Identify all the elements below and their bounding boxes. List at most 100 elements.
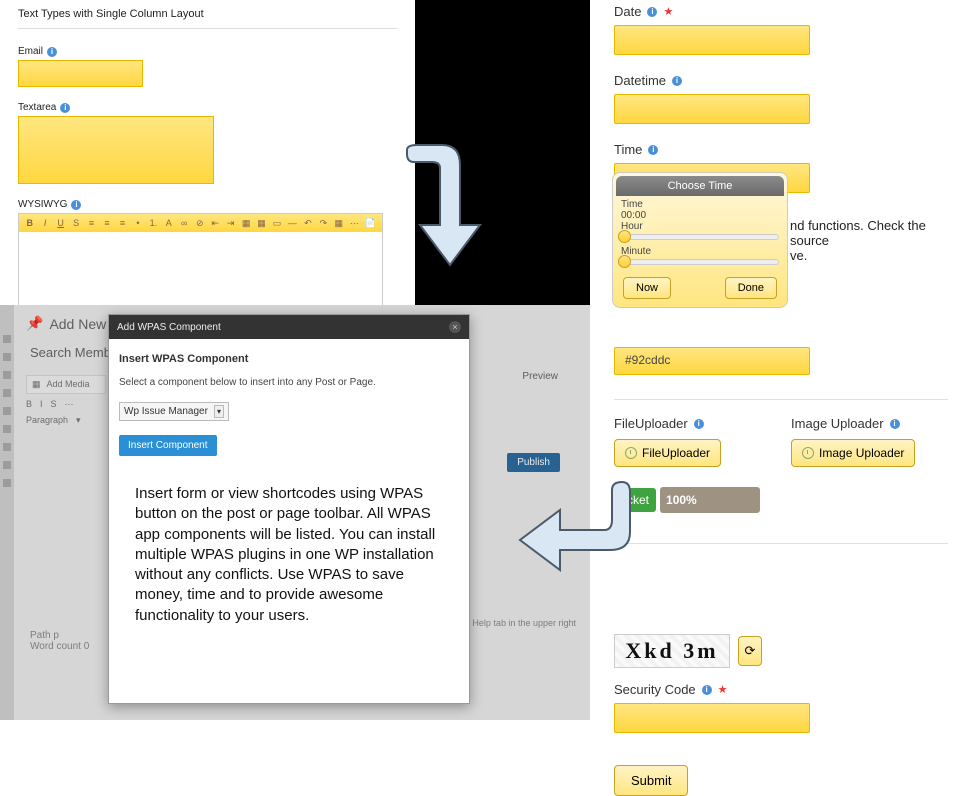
- modal-titlebar: Add WPAS Component ×: [109, 315, 469, 339]
- now-button[interactable]: Now: [623, 277, 671, 299]
- background-text-1: nd functions. Check the source ve.: [790, 218, 960, 263]
- date-input[interactable]: [614, 25, 810, 55]
- info-icon: i: [71, 200, 81, 210]
- more-icon[interactable]: ⋯: [350, 218, 359, 229]
- info-icon: i: [694, 419, 704, 429]
- fileuploader-button[interactable]: FileUploader: [614, 439, 721, 467]
- info-icon: i: [648, 145, 658, 155]
- time-label: Time i: [614, 142, 948, 157]
- doc-icon[interactable]: 📄: [365, 218, 376, 229]
- strike-icon[interactable]: S: [51, 399, 57, 410]
- chevron-down-icon: ▾: [214, 405, 224, 418]
- add-media-button[interactable]: ▦ Add Media: [26, 375, 106, 394]
- image-icon[interactable]: ▦: [241, 218, 250, 229]
- color-icon[interactable]: A: [164, 218, 173, 229]
- modal-subtext: Select a component below to insert into …: [119, 377, 459, 388]
- clock-icon: [625, 447, 637, 459]
- info-icon: i: [672, 76, 682, 86]
- wysiwyg-label: WYSIWYG i: [18, 199, 81, 210]
- component-select[interactable]: Wp Issue Manager ▾: [119, 402, 229, 421]
- align-right-icon[interactable]: ≡: [118, 218, 127, 229]
- imageuploader-button[interactable]: Image Uploader: [791, 439, 915, 467]
- sidebar-icon[interactable]: [3, 407, 11, 415]
- preview-button[interactable]: Preview: [522, 371, 558, 382]
- date-label: Date i ★: [614, 4, 948, 19]
- security-code-input[interactable]: [614, 703, 810, 733]
- uploader-row: FileUploader i FileUploader Image Upload…: [614, 416, 948, 467]
- italic-icon[interactable]: I: [40, 218, 49, 229]
- time-picker-popup: Choose Time Time 00:00 Hour Minute Now D…: [612, 172, 788, 308]
- wysiwyg-field-block: WYSIWYG i B I U S ≡ ≡ ≡ • 1. A ∞ ⊘ ⇤ ⇥ ▦…: [18, 196, 397, 313]
- minute-slider[interactable]: [621, 259, 779, 265]
- undo-icon[interactable]: ↶: [303, 218, 312, 229]
- textarea-input[interactable]: [18, 116, 214, 184]
- align-center-icon[interactable]: ≡: [102, 218, 111, 229]
- minute-slider-handle[interactable]: [618, 255, 631, 268]
- wp-admin-sidebar: [0, 305, 14, 720]
- info-icon: i: [47, 47, 57, 57]
- wysiwyg-toolbar: B I U S ≡ ≡ ≡ • 1. A ∞ ⊘ ⇤ ⇥ ▦ ▦ ▭ — ↶ ↷: [19, 214, 382, 232]
- hr-icon[interactable]: —: [288, 218, 297, 229]
- textarea-label: Textarea i: [18, 102, 70, 113]
- modal-heading: Insert WPAS Component: [119, 353, 459, 365]
- bold-icon[interactable]: B: [25, 218, 34, 229]
- sidebar-icon[interactable]: [3, 371, 11, 379]
- close-icon[interactable]: ×: [449, 321, 461, 333]
- textarea-label-text: Textarea: [18, 102, 56, 113]
- modal-body: Insert WPAS Component Select a component…: [109, 339, 469, 640]
- unlink-icon[interactable]: ⊘: [195, 218, 204, 229]
- indent-icon[interactable]: ⇥: [226, 218, 235, 229]
- modal-title: Add WPAS Component: [117, 322, 221, 333]
- hour-label: Hour: [613, 221, 787, 232]
- table-icon[interactable]: ▦: [257, 218, 266, 229]
- list-ul-icon[interactable]: •: [133, 218, 142, 229]
- done-button[interactable]: Done: [725, 277, 777, 299]
- sidebar-icon[interactable]: [3, 389, 11, 397]
- email-field-block: Email i: [18, 43, 397, 87]
- sidebar-icon[interactable]: [3, 335, 11, 343]
- video-icon[interactable]: ▭: [272, 218, 281, 229]
- upload-progress-row: ticket 100%: [614, 487, 948, 513]
- chevron-down-icon: ▾: [76, 415, 81, 426]
- section-title: Text Types with Single Column Layout: [18, 4, 397, 29]
- add-wpas-component-modal: Add WPAS Component × Insert WPAS Compone…: [108, 314, 470, 704]
- minute-label: Minute: [613, 246, 787, 257]
- time-word: Time: [613, 199, 787, 210]
- insert-component-button[interactable]: Insert Component: [119, 435, 217, 456]
- email-input[interactable]: [18, 60, 143, 87]
- time-label-text: Time: [614, 142, 642, 157]
- sidebar-icon[interactable]: [3, 443, 11, 451]
- list-ol-icon[interactable]: 1.: [149, 218, 158, 229]
- redo-icon[interactable]: ↷: [319, 218, 328, 229]
- datetime-input[interactable]: [614, 94, 810, 124]
- italic-icon[interactable]: I: [40, 399, 43, 410]
- wysiwyg-body[interactable]: [19, 232, 382, 312]
- outdent-icon[interactable]: ⇤: [210, 218, 219, 229]
- captcha-row: Xkd 3m ⟳: [614, 634, 948, 668]
- datetime-label: Datetime i: [614, 73, 948, 88]
- more-icon[interactable]: ⋯: [65, 399, 74, 410]
- page-heading: 📌 Add New: [26, 315, 106, 332]
- select-value: Wp Issue Manager: [124, 406, 208, 417]
- bold-icon[interactable]: B: [26, 399, 32, 410]
- calendar-icon[interactable]: ▦: [334, 218, 343, 229]
- sidebar-icon[interactable]: [3, 353, 11, 361]
- progress-bar: 100%: [660, 487, 760, 513]
- strike-icon[interactable]: S: [71, 218, 80, 229]
- sidebar-icon[interactable]: [3, 461, 11, 469]
- hour-slider[interactable]: [621, 234, 779, 240]
- publish-button[interactable]: Publish: [507, 453, 560, 472]
- sidebar-icon[interactable]: [3, 479, 11, 487]
- hour-slider-handle[interactable]: [618, 230, 631, 243]
- search-members-text: Search Memb: [30, 345, 111, 360]
- color-input[interactable]: #92cddc: [614, 347, 810, 375]
- align-left-icon[interactable]: ≡: [87, 218, 96, 229]
- link-icon[interactable]: ∞: [180, 218, 189, 229]
- fileuploader-label: FileUploader i: [614, 416, 721, 431]
- media-icon: ▦: [32, 379, 41, 390]
- captcha-reload-button[interactable]: ⟳: [738, 636, 762, 666]
- sidebar-icon[interactable]: [3, 425, 11, 433]
- captcha-image: Xkd 3m: [614, 634, 730, 668]
- submit-button[interactable]: Submit: [614, 765, 688, 796]
- underline-icon[interactable]: U: [56, 218, 65, 229]
